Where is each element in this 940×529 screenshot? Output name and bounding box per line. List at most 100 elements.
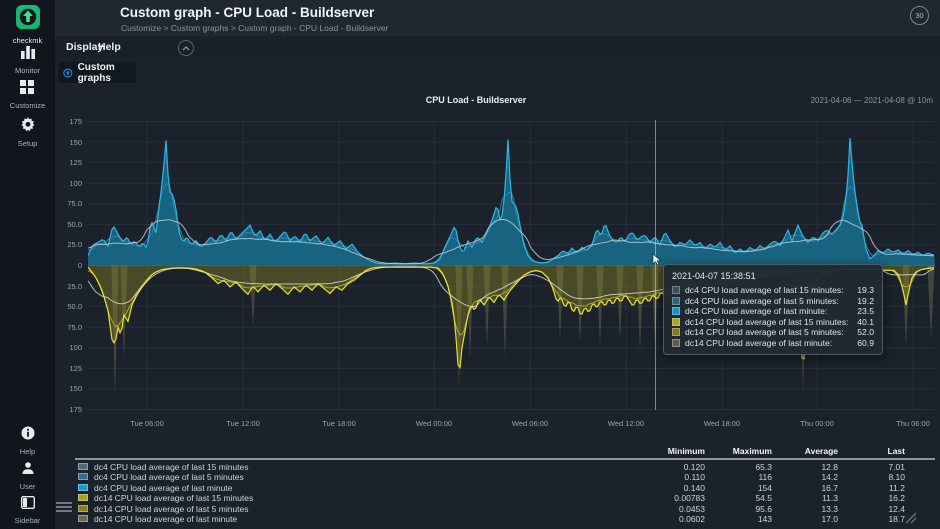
checkmk-logo-icon — [16, 5, 40, 29]
tooltip-metric-value: 40.1 — [857, 317, 874, 327]
sidebar-item-label: Sidebar — [0, 516, 55, 525]
legend-stat-value: 12.8 — [768, 462, 838, 472]
sidebar-item-customize[interactable]: Customize — [0, 80, 55, 110]
x-tick-label: Tue 12:00 — [213, 419, 273, 428]
x-tick-label: Wed 00:00 — [404, 419, 464, 428]
legend-stat-value: 8.10 — [835, 472, 905, 482]
legend-stat-value: 12.4 — [835, 504, 905, 514]
legend-stat-value: 0.140 — [635, 483, 705, 493]
y-tick-label: 150 — [52, 384, 82, 393]
sidebar-item-monitor[interactable]: Monitor — [0, 45, 55, 75]
legend-separator — [75, 458, 935, 460]
legend-stat-value: 18.7 — [835, 514, 905, 524]
tooltip-timestamp: 2021-04-07 15:38:51 — [672, 271, 874, 281]
legend-stat-value: 11.2 — [835, 483, 905, 493]
y-tick-label: 175 — [52, 117, 82, 126]
graph-time-range: 2021-04-06 — 2021-04-08 @ 10m — [683, 96, 933, 105]
legend-stat-value: 143 — [702, 514, 772, 524]
x-tick-label: Tue 18:00 — [309, 419, 369, 428]
tooltip-metric-value: 19.2 — [857, 296, 874, 306]
graph-tooltip: 2021-04-07 15:38:51 dc4 CPU load average… — [663, 264, 883, 355]
tooltip-row: dc4 CPU load average of last 5 minutes:1… — [672, 296, 874, 307]
series-swatch — [672, 297, 680, 305]
legend-stat-value: 0.0602 — [635, 514, 705, 524]
y-tick-label: 125 — [52, 364, 82, 373]
custom-graph-icon — [63, 67, 73, 79]
y-tick-label: 150 — [52, 138, 82, 147]
sidebar-item-label: User — [0, 482, 55, 491]
tooltip-row: dc14 CPU load average of last minute:60.… — [672, 338, 874, 349]
legend-swatch — [78, 484, 88, 491]
tooltip-metric-value: 60.9 — [857, 338, 874, 348]
context-button-label: Custom graphs — [78, 62, 136, 84]
series-swatch — [672, 307, 680, 315]
y-tick-label: 100 — [52, 343, 82, 352]
x-tick-label: Wed 12:00 — [596, 419, 656, 428]
user-icon — [21, 462, 35, 479]
legend-swatch — [78, 473, 88, 480]
page-header: Custom graph - CPU Load - Buildserver Cu… — [55, 0, 940, 36]
legend-stat-value: 95.6 — [702, 504, 772, 514]
mouse-cursor — [652, 253, 662, 266]
x-tick-label: Wed 06:00 — [500, 419, 560, 428]
sidebar-item-label: Customize — [0, 101, 55, 110]
context-button-custom-graphs[interactable]: Custom graphs — [58, 62, 136, 83]
sidebar-item-user[interactable]: User — [0, 461, 55, 491]
breadcrumb: Customize > Custom graphs > Custom graph… — [121, 23, 388, 33]
sidebar-item-sidebar[interactable]: Sidebar — [0, 496, 55, 525]
legend-stat-value: 16.2 — [835, 493, 905, 503]
checkmk-logo[interactable]: checkmk — [0, 5, 55, 45]
checkmk-wordmark: checkmk — [0, 36, 55, 45]
legend-column-header: Maximum — [702, 446, 772, 456]
x-tick-label: Thu 06:00 — [883, 419, 940, 428]
series-swatch — [672, 318, 680, 326]
tooltip-metric-value: 52.0 — [857, 327, 874, 337]
gear-icon — [20, 119, 36, 136]
tooltip-metric-label: dc14 CPU load average of last minute: — [685, 338, 857, 348]
tooltip-metric-label: dc14 CPU load average of last 15 minutes… — [685, 317, 857, 327]
y-tick-label: 100 — [52, 179, 82, 188]
y-tick-label: 75.0 — [52, 323, 82, 332]
tooltip-row: dc4 CPU load average of last 15 minutes:… — [672, 285, 874, 296]
legend-metric-name: dc4 CPU load average of last minute — [94, 483, 232, 493]
legend-metric-name: dc14 CPU load average of last minute — [94, 514, 237, 524]
resize-handle-icon[interactable] — [903, 510, 917, 524]
drag-handle-icon[interactable] — [56, 502, 72, 515]
sidebar-icon — [21, 496, 35, 513]
legend-stat-value: 0.110 — [635, 472, 705, 482]
y-tick-label: 75.0 — [52, 199, 82, 208]
series-swatch — [672, 339, 680, 347]
x-tick-label: Wed 18:00 — [692, 419, 752, 428]
legend-stat-value: 65.3 — [702, 462, 772, 472]
y-tick-label: 175 — [52, 405, 82, 414]
main-sidebar: checkmk Monitor Customize Setup Help User Si… — [0, 0, 55, 529]
grid-icon — [20, 81, 35, 98]
legend-stat-value: 11.3 — [768, 493, 838, 503]
y-tick-label: 25.0 — [52, 240, 82, 249]
checkmk-app: checkmk Monitor Customize Setup Help User Si… — [0, 0, 940, 529]
tooltip-metric-value: 23.5 — [857, 306, 874, 316]
y-tick-label: 25.0 — [52, 282, 82, 291]
x-tick-label: Tue 06:00 — [117, 419, 177, 428]
tooltip-row: dc14 CPU load average of last 15 minutes… — [672, 317, 874, 328]
refresh-interval-badge[interactable]: 30 — [910, 6, 929, 25]
legend-stat-value: 0.0453 — [635, 504, 705, 514]
legend-stat-value: 17.0 — [768, 514, 838, 524]
series-shadow-spike — [928, 266, 935, 340]
tooltip-metric-label: dc4 CPU load average of last 15 minutes: — [685, 285, 857, 295]
legend-stat-value: 16.7 — [768, 483, 838, 493]
menu-help[interactable]: Help — [98, 41, 121, 53]
tooltip-row: dc14 CPU load average of last 5 minutes:… — [672, 327, 874, 338]
sidebar-item-setup[interactable]: Setup — [0, 117, 55, 148]
legend-stat-value: 54.5 — [702, 493, 772, 503]
tooltip-row: dc4 CPU load average of last minute:23.5 — [672, 306, 874, 317]
legend-column-header: Average — [768, 446, 838, 456]
menu-collapse-button[interactable] — [178, 40, 194, 56]
series-swatch — [672, 328, 680, 336]
sidebar-item-label: Setup — [0, 139, 55, 148]
menu-bar: Display Help — [55, 36, 940, 58]
legend-swatch — [78, 515, 88, 522]
sidebar-item-label: Help — [0, 447, 55, 456]
tooltip-metric-label: dc4 CPU load average of last minute: — [685, 306, 857, 316]
sidebar-item-help[interactable]: Help — [0, 426, 55, 456]
